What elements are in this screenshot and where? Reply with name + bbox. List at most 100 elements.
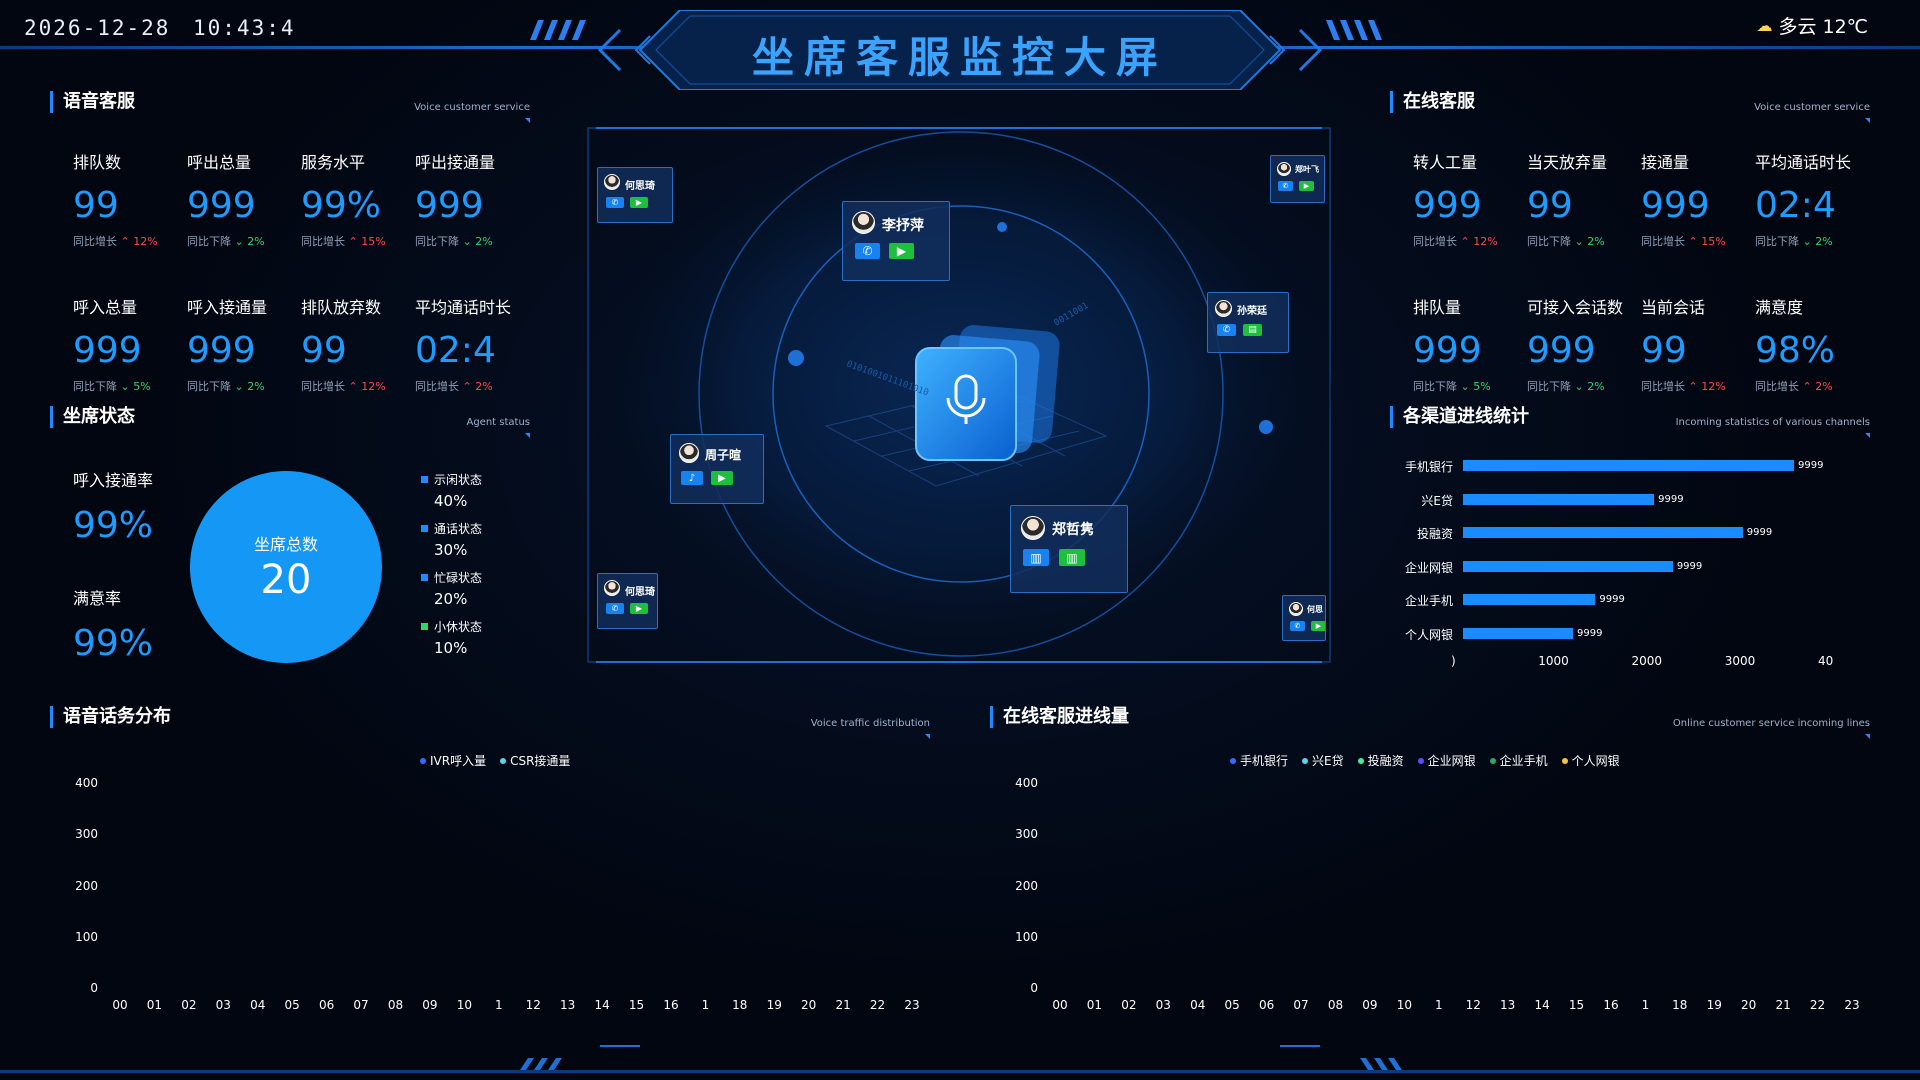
- call-button[interactable]: ✆: [855, 243, 880, 259]
- y-tick-label: 100: [1015, 929, 1038, 944]
- stat-value: 02:4: [1755, 185, 1836, 226]
- header-time: 10:43:4: [193, 16, 296, 40]
- agent-card[interactable]: 何思 ✆ ▶: [1282, 595, 1326, 641]
- legend-item[interactable]: 个人网银: [1561, 752, 1620, 769]
- stat-online-1: 当天放弃量 99 同比下降 ⌄ 2%: [1527, 149, 1637, 249]
- arrow-down-icon: ⌄: [117, 380, 134, 393]
- stat-change-label: 同比下降: [1413, 380, 1457, 393]
- x-tick-label: 02: [1121, 998, 1137, 1012]
- stat-label: 当天放弃量: [1527, 153, 1608, 172]
- bell-icon: ♪: [688, 472, 696, 484]
- agent-card[interactable]: 何思琦 ✆ ▶: [597, 573, 658, 629]
- x-tick-label: 14: [1534, 998, 1550, 1012]
- legend-dot: [1417, 757, 1424, 764]
- agent-card[interactable]: 孙荣廷 ✆ ▤: [1207, 292, 1289, 353]
- x-tick-label: 22: [869, 998, 886, 1012]
- agent-card[interactable]: 郑哲隽 ▥ ▥: [1010, 505, 1128, 593]
- x-tick-label: 05: [284, 998, 300, 1012]
- call-button[interactable]: ✆: [1278, 181, 1293, 191]
- call-button[interactable]: ✆: [1290, 621, 1305, 631]
- stat-label: 呼出接通量: [415, 153, 496, 172]
- phone-icon: ✆: [1294, 622, 1301, 630]
- agent-card[interactable]: 周子暄 ♪ ▶: [670, 434, 764, 504]
- stat-change-label: 同比增长: [301, 380, 345, 393]
- action-button[interactable]: ▶: [630, 603, 648, 614]
- x-tick-label: 20: [1741, 998, 1757, 1012]
- legend-label: IVR呼入量: [430, 754, 487, 768]
- legend-item[interactable]: 兴E贷: [1302, 752, 1344, 769]
- bar: [1463, 460, 1795, 471]
- stat-change-value: 2%: [475, 235, 493, 248]
- y-tick-label: 100: [75, 929, 98, 944]
- legend-label: 通话状态: [434, 522, 483, 536]
- arrow-down-icon: ⌄: [231, 235, 248, 248]
- x-tick-label: 10: [1396, 998, 1412, 1012]
- legend-percent: 20%: [434, 590, 468, 608]
- action-button[interactable]: ▶: [889, 243, 914, 259]
- action-button[interactable]: ▶: [1311, 621, 1325, 631]
- agent-name: 何思琦: [625, 587, 655, 598]
- action-button[interactable]: ▶: [630, 197, 648, 208]
- legend-item[interactable]: 手机银行: [1230, 752, 1288, 769]
- x-tick-label: 13: [1500, 998, 1516, 1012]
- legend-item[interactable]: 企业手机: [1489, 752, 1548, 769]
- corner-mark: [525, 433, 530, 438]
- stat-label: 呼入总量: [73, 298, 138, 317]
- x-tick-label: 06: [1258, 998, 1275, 1012]
- x-tick-label: 10: [456, 998, 472, 1012]
- video-icon: ▶: [1315, 622, 1322, 630]
- stat-change: 同比增长 ⌃ 12%: [1641, 378, 1751, 394]
- bar-value-label: 9999: [1746, 527, 1773, 539]
- x-tick-label: 04: [250, 998, 266, 1012]
- stat-voice-3: 呼出接通量 999 同比下降 ⌄ 2%: [415, 149, 525, 249]
- stat-label: 平均通话时长: [1755, 153, 1852, 172]
- x-tick-label: 00: [1052, 998, 1068, 1012]
- stat-change-label: 同比增长: [415, 380, 459, 393]
- agent-card[interactable]: 何思琦 ✆ ▶: [597, 167, 673, 223]
- agent-status-subtitle: Agent status: [466, 417, 530, 428]
- stat-value: 999: [415, 185, 484, 226]
- stat-change: 同比下降 ⌄ 2%: [187, 233, 297, 249]
- x-tick-label: 13: [560, 998, 576, 1012]
- x-tick-label: 1: [1641, 998, 1650, 1012]
- x-tick-label: 18: [732, 998, 748, 1012]
- legend-dot: [1357, 757, 1364, 764]
- legend-item[interactable]: CSR接通量: [500, 752, 570, 769]
- stat-value: 99: [1527, 185, 1573, 226]
- call-button[interactable]: ♪: [681, 471, 703, 485]
- video-icon: ▶: [896, 244, 907, 258]
- x-tick-label: 00: [112, 998, 128, 1012]
- arrow-up-icon: ⌃: [345, 235, 362, 248]
- bar-x-tick: ): [1451, 654, 1456, 668]
- x-tick-label: 09: [422, 998, 438, 1012]
- call-button[interactable]: ✆: [606, 197, 624, 208]
- stat-voice-7: 平均通话时长 02:4 同比增长 ⌃ 2%: [415, 294, 525, 394]
- call-button[interactable]: ▥: [1023, 549, 1049, 566]
- action-button[interactable]: ▶: [1299, 181, 1314, 191]
- agent-total-circle: 坐席总数 20: [190, 471, 382, 663]
- agent-name: 何思: [1307, 605, 1323, 614]
- stat-change: 同比增长 ⌃ 12%: [1413, 233, 1523, 249]
- call-button[interactable]: ✆: [1217, 324, 1236, 336]
- x-tick-label: 16: [663, 998, 679, 1012]
- arrow-down-icon: ⌄: [1571, 235, 1588, 248]
- stat-change: 同比增长 ⌃ 12%: [73, 233, 183, 249]
- legend-item[interactable]: IVR呼入量: [420, 752, 486, 769]
- legend-label: 手机银行: [1240, 754, 1289, 768]
- stat-change-label: 同比增长: [301, 235, 345, 248]
- action-button[interactable]: ▤: [1243, 324, 1262, 336]
- legend-item[interactable]: 投融资: [1357, 752, 1404, 769]
- x-tick-label: 04: [1190, 998, 1206, 1012]
- legend-swatch: [421, 476, 428, 483]
- stat-label: 当前会话: [1641, 298, 1706, 317]
- agent-card[interactable]: 郑叶飞 ✆ ▶: [1270, 155, 1325, 203]
- call-button[interactable]: ✆: [606, 603, 624, 614]
- action-button[interactable]: ▥: [1059, 549, 1085, 566]
- bar-value-label: 9999: [1599, 594, 1625, 606]
- legend-item[interactable]: 企业网银: [1417, 752, 1476, 769]
- legend-swatch: [421, 574, 428, 581]
- legend-dot: [1489, 757, 1496, 764]
- agent-card[interactable]: 李抒萍 ✆ ▶: [842, 201, 950, 281]
- action-button[interactable]: ▶: [711, 471, 733, 485]
- stat-change-label: 同比下降: [187, 235, 231, 248]
